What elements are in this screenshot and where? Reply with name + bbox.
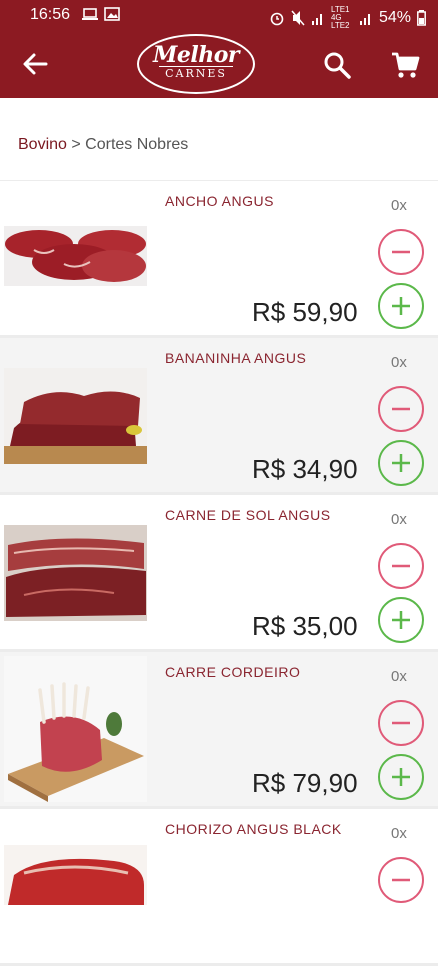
add-button[interactable] bbox=[378, 283, 424, 329]
app-bar: Melhor CARNES bbox=[0, 30, 438, 98]
status-system-icons: LTE1 4G LTE2 54% bbox=[269, 6, 426, 30]
product-card[interactable]: ANCHO ANGUS 0x R$ 59,90 bbox=[0, 181, 438, 335]
product-price: R$ 34,90 bbox=[252, 454, 358, 484]
signal-icon bbox=[311, 14, 322, 25]
plus-icon bbox=[392, 611, 410, 629]
product-quantity: 0x bbox=[391, 354, 407, 371]
cart-icon[interactable] bbox=[390, 50, 420, 80]
status-bar: 16:56 LTE1 4G LTE2 54% bbox=[0, 0, 438, 30]
minus-icon bbox=[392, 878, 410, 882]
alarm-icon bbox=[270, 12, 284, 26]
product-price: R$ 79,90 bbox=[252, 768, 358, 798]
minus-icon bbox=[392, 564, 410, 568]
product-image bbox=[4, 845, 147, 905]
remove-button[interactable] bbox=[378, 543, 424, 589]
product-name: CARNE DE SOL ANGUS bbox=[165, 507, 331, 523]
product-quantity: 0x bbox=[391, 197, 407, 214]
image-icon bbox=[104, 7, 120, 21]
plus-icon bbox=[392, 454, 410, 472]
minus-icon bbox=[392, 250, 410, 254]
brand-logo[interactable]: Melhor CARNES bbox=[137, 34, 255, 94]
breadcrumb-subcategory: Cortes Nobres bbox=[85, 136, 189, 153]
signal-icon-2 bbox=[359, 14, 370, 25]
logo-subtitle: CARNES bbox=[159, 66, 233, 80]
product-list: ANCHO ANGUS 0x R$ 59,90 BANANINHA ANGUS … bbox=[0, 181, 438, 966]
product-name: BANANINHA ANGUS bbox=[165, 350, 307, 366]
laptop-icon bbox=[82, 8, 98, 20]
product-quantity: 0x bbox=[391, 511, 407, 528]
breadcrumb-separator: > bbox=[66, 136, 86, 153]
product-quantity: 0x bbox=[391, 825, 407, 842]
breadcrumb-category[interactable]: Bovino bbox=[18, 136, 67, 153]
product-name: CARRE CORDEIRO bbox=[165, 664, 301, 680]
product-quantity: 0x bbox=[391, 668, 407, 685]
add-button[interactable] bbox=[378, 754, 424, 800]
remove-button[interactable] bbox=[378, 857, 424, 903]
minus-icon bbox=[392, 407, 410, 411]
product-price: R$ 35,00 bbox=[252, 611, 358, 641]
battery-percent: 54% bbox=[378, 9, 411, 26]
product-image bbox=[4, 368, 147, 464]
product-image bbox=[4, 656, 147, 802]
minus-icon bbox=[392, 721, 410, 725]
product-card[interactable]: BANANINHA ANGUS 0x R$ 34,90 bbox=[0, 338, 438, 492]
add-button[interactable] bbox=[378, 440, 424, 486]
logo-title: Melhor bbox=[153, 42, 239, 68]
search-icon[interactable] bbox=[322, 50, 352, 80]
mute-icon bbox=[291, 10, 305, 26]
product-card[interactable]: CARNE DE SOL ANGUS 0x R$ 35,00 bbox=[0, 495, 438, 649]
battery-icon bbox=[417, 10, 426, 26]
remove-button[interactable] bbox=[378, 229, 424, 275]
back-arrow-icon[interactable] bbox=[20, 50, 50, 78]
product-name: CHORIZO ANGUS BLACK bbox=[165, 821, 342, 837]
product-card[interactable]: CHORIZO ANGUS BLACK 0x bbox=[0, 809, 438, 963]
product-card[interactable]: CARRE CORDEIRO 0x R$ 79,90 bbox=[0, 652, 438, 806]
add-button[interactable] bbox=[378, 597, 424, 643]
plus-icon bbox=[392, 297, 410, 315]
network-label: LTE1 4G LTE2 bbox=[330, 5, 350, 30]
status-notification-icons bbox=[82, 7, 120, 21]
product-name: ANCHO ANGUS bbox=[165, 193, 274, 209]
plus-icon bbox=[392, 768, 410, 786]
product-image bbox=[4, 525, 147, 621]
breadcrumb: Bovino > Cortes Nobres bbox=[18, 136, 188, 154]
status-time: 16:56 bbox=[30, 6, 71, 23]
remove-button[interactable] bbox=[378, 700, 424, 746]
remove-button[interactable] bbox=[378, 386, 424, 432]
product-image bbox=[4, 226, 147, 286]
product-price: R$ 59,90 bbox=[252, 297, 358, 327]
